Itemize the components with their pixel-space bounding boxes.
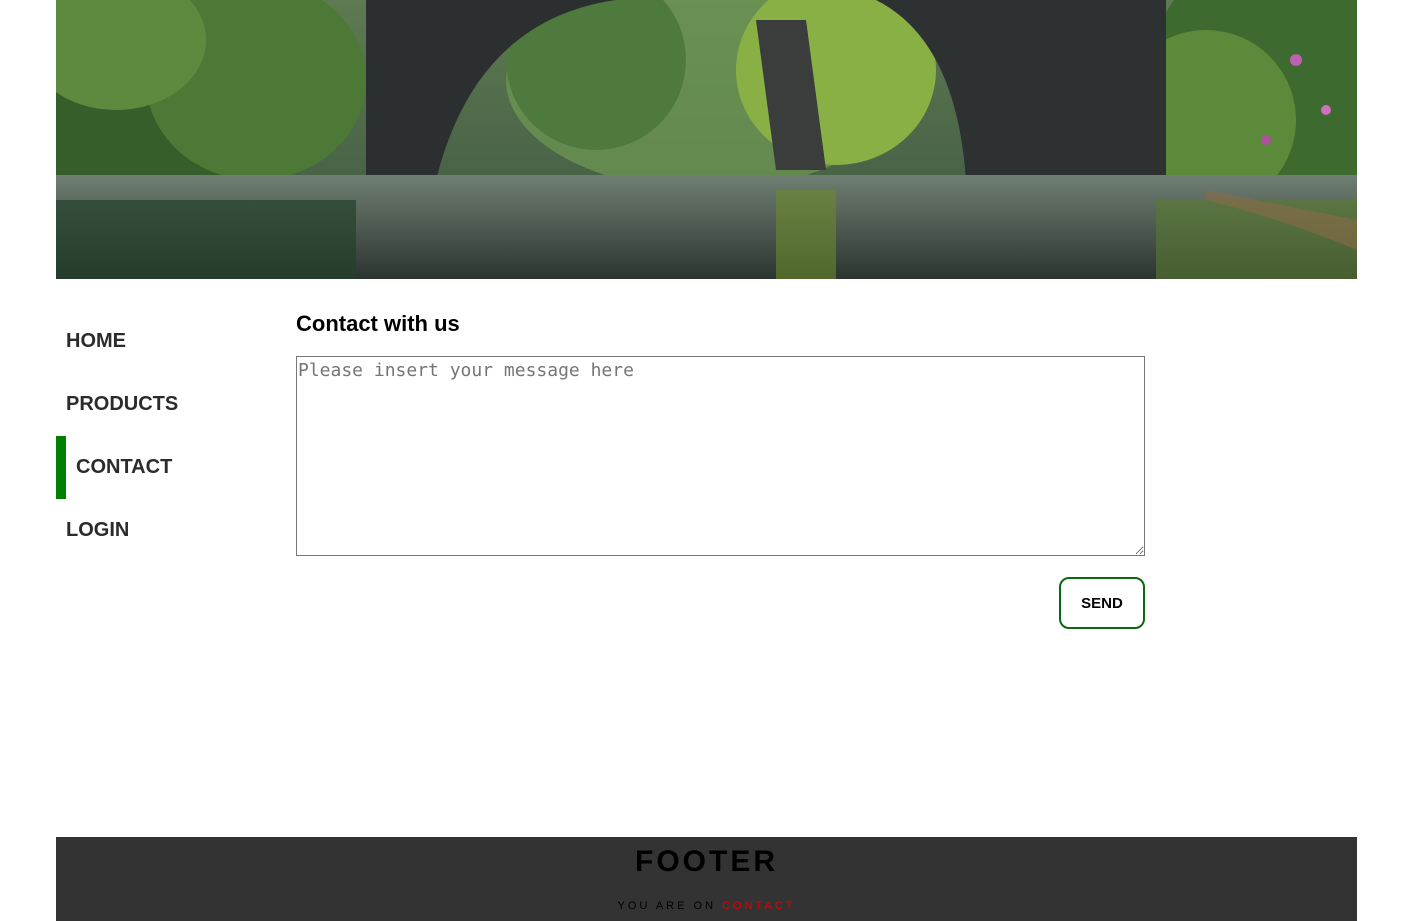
sidebar-nav: HOME PRODUCTS CONTACT LOGIN — [56, 310, 256, 562]
footer-location: YOU ARE ON CONTACT — [56, 900, 1357, 912]
nav-item-products[interactable]: PRODUCTS — [56, 373, 256, 436]
message-textarea[interactable] — [296, 356, 1145, 556]
footer-title: FOOTER — [635, 845, 778, 878]
footer-location-prefix: YOU ARE ON — [617, 900, 717, 912]
nav-item-login[interactable]: LOGIN — [56, 499, 256, 562]
send-button[interactable]: SEND — [1059, 577, 1145, 629]
forest-bridge-illustration — [56, 0, 1357, 279]
hero-banner-image — [56, 0, 1357, 279]
contact-section: Contact with us SEND — [296, 310, 1146, 636]
nav-item-home[interactable]: HOME — [56, 310, 256, 373]
form-actions: SEND — [296, 556, 1145, 636]
nav-item-contact[interactable]: CONTACT — [56, 436, 256, 499]
footer-current-page: CONTACT — [722, 900, 796, 912]
page-title: Contact with us — [296, 311, 460, 336]
page: HOME PRODUCTS CONTACT LOGIN Contact with… — [0, 0, 1421, 921]
footer: FOOTER YOU ARE ON CONTACT — [56, 837, 1357, 921]
